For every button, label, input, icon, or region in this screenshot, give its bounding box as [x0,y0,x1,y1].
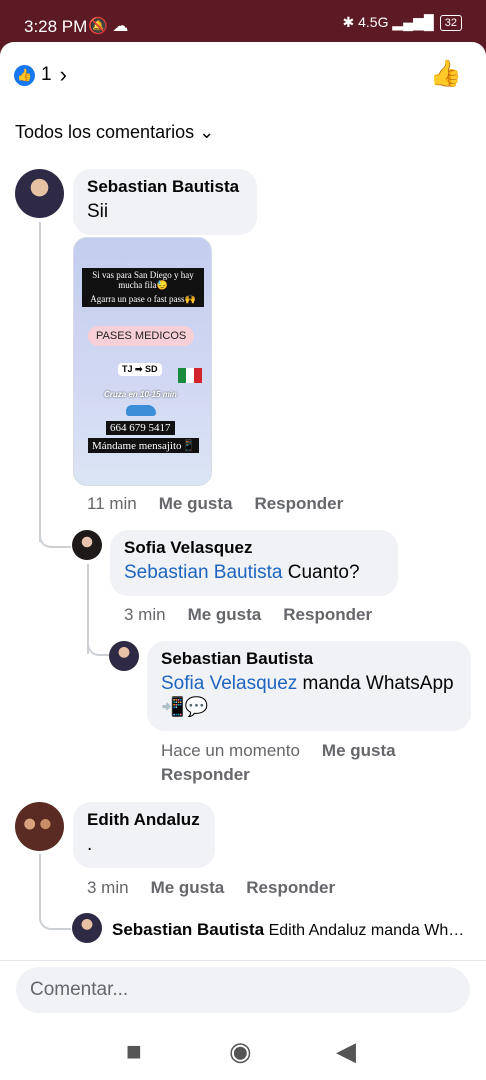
image-cta: Mándame mensajito📱 [88,438,200,453]
thread-line [39,222,41,542]
comment-author[interactable]: Sebastian Bautista [161,649,457,669]
mention-link[interactable]: Sofia Velasquez [161,673,297,694]
like-button[interactable]: Me gusta [159,494,233,514]
comment-time: 3 min [87,878,129,897]
battery-icon: 32 [439,14,462,31]
like-button[interactable]: Me gusta [322,741,396,761]
comments-filter[interactable]: Todos los comentarios ⌄ [15,122,214,143]
thread-connector [39,522,71,548]
comment-actions: 3 min Me gusta Responder [124,605,372,625]
comment-text: Sii [87,201,109,222]
status-bar: 3:28 PM 🔕 ☁ ✱ 4.5G ▂▄▆█ 32 [0,0,486,42]
comment-actions: 11 min Me gusta Responder [87,494,343,514]
comments-sheet: 👍 1 › 👍 Todos los comentarios ⌄ Sebastia… [0,42,486,1022]
chevron-down-icon: ⌄ [199,122,215,142]
car-icon [126,405,156,416]
comment-author[interactable]: Sofia Velasquez [124,538,384,558]
thread-line [39,854,41,914]
reply-button[interactable]: Responder [161,765,250,785]
home-button[interactable]: ◉ [229,1036,252,1067]
comment-author[interactable]: Sebastian Bautista [87,177,243,197]
reply-preview: Edith Andaluz manda What... [268,922,472,939]
thread-connector [87,634,109,656]
like-button[interactable]: Me gusta [188,605,262,625]
divider [0,960,486,961]
image-text-line2: Agarra un pase o fast pass🙌 [82,292,204,307]
reply-author: Sebastian Bautista [112,920,265,939]
avatar[interactable] [72,530,102,560]
reply-button[interactable]: Responder [283,605,372,625]
reply-button[interactable]: Responder [246,878,335,898]
comment-bubble: Sofia Velasquez Sebastian Bautista Cuant… [110,530,398,596]
reply-button[interactable]: Responder [254,494,343,514]
back-button[interactable]: ◀ [336,1036,356,1067]
image-phone: 664 679 5417 [106,421,175,435]
comment-text-content: Cuanto? [287,562,360,583]
avatar[interactable] [109,641,139,671]
image-pill: PASES MEDICOS [88,326,195,346]
android-nav-bar: ■ ◉ ◀ [0,1022,486,1080]
recents-button[interactable]: ■ [126,1036,142,1067]
signal-icon: ✱ 4.5G ▂▄▆█ [342,14,434,30]
like-reaction-icon: 👍 [14,64,35,86]
comment-image[interactable]: Si vas para San Diego y hay mucha fila😓 … [73,237,212,486]
collapsed-reply[interactable]: Sebastian Bautista Edith Andaluz manda W… [112,920,472,940]
avatar[interactable] [15,169,64,218]
thumbs-up-outline-icon[interactable]: 👍 [430,58,462,89]
mention-link[interactable]: Sebastian Bautista [124,562,282,583]
mexico-flag-icon [178,368,202,383]
reactions-summary[interactable]: 👍 1 › [14,62,67,88]
comment-time: Hace un momento [161,741,300,760]
system-icons: ✱ 4.5G ▂▄▆█ 32 [343,14,462,31]
comment-actions: 3 min Me gusta Responder [87,878,335,898]
status-time: 3:28 PM [24,17,88,36]
avatar[interactable] [72,913,102,943]
comment-text: . [87,834,93,855]
comment-author[interactable]: Edith Andaluz [87,810,201,830]
comment-actions: Hace un momento Me gusta Responder [161,741,441,785]
like-button[interactable]: Me gusta [151,878,225,898]
avatar[interactable] [15,802,64,851]
comment-time: 3 min [124,605,166,624]
image-text-line1: Si vas para San Diego y hay mucha fila😓 [82,268,204,293]
like-count: 1 [41,64,52,85]
comment-text: Sofia Velasquez manda WhatsApp📲💬 [161,673,457,719]
image-cross-time: Cruza en 10-15 min [104,390,177,399]
chevron-right-icon: › [59,62,67,87]
notification-icons: 🔕 ☁ [88,18,129,35]
comment-bubble: Edith Andaluz . [73,802,215,868]
comment-bubble: Sebastian Bautista Sii [73,169,257,235]
comment-time: 11 min [87,494,137,513]
filter-label: Todos los comentarios [15,122,195,142]
comment-text: Sebastian Bautista Cuanto? [124,562,384,584]
thread-connector [39,908,71,930]
image-route: TJ ➡ SD [118,363,162,376]
comment-input[interactable]: Comentar... [16,967,470,1013]
comment-bubble: Sebastian Bautista Sofia Velasquez manda… [147,641,471,731]
